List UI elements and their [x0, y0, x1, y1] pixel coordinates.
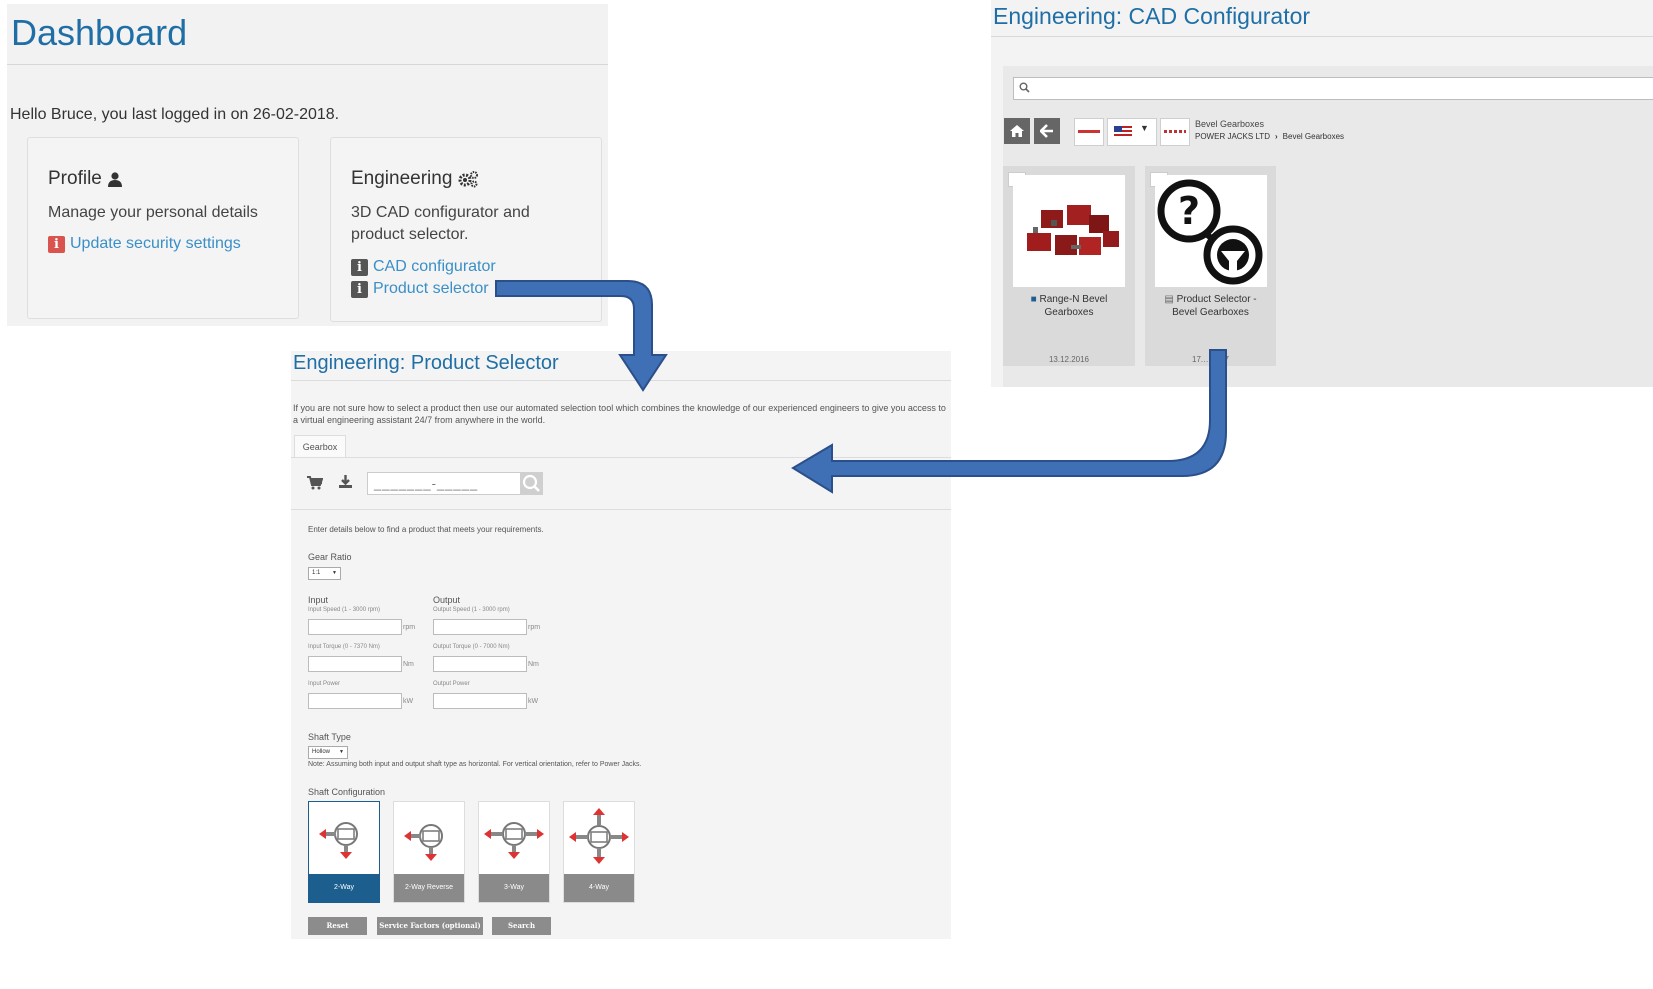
flow-arrow-dashboard-to-selector: [495, 280, 668, 392]
flow-arrow-cad-to-selector: [791, 349, 1227, 494]
flow-arrows: [495, 280, 1227, 494]
